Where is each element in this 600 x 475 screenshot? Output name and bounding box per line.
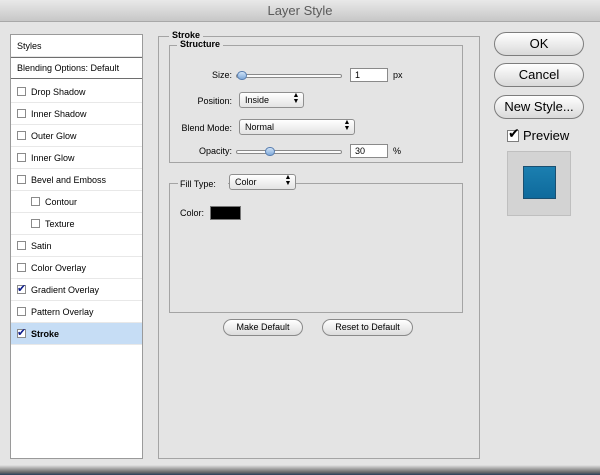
position-select-value: Inside [245, 95, 270, 105]
opacity-slider-thumb[interactable] [264, 147, 275, 156]
position-label: Position: [197, 96, 232, 106]
sidebar-item-label: Satin [31, 240, 52, 251]
sidebar-item-label: Gradient Overlay [31, 284, 100, 295]
sidebar-item-outer-glow[interactable]: Outer Glow [11, 125, 142, 147]
sidebar-checkbox[interactable] [17, 109, 26, 118]
sidebar-checkbox[interactable] [17, 307, 26, 316]
stroke-color-swatch[interactable] [210, 206, 241, 220]
sidebar-checkbox[interactable] [17, 263, 26, 272]
structure-group-title: Structure [177, 39, 224, 49]
make-default-button[interactable]: Make Default [223, 319, 303, 336]
sidebar-item-contour[interactable]: Contour [11, 191, 142, 213]
sidebar-checkbox[interactable] [17, 241, 26, 250]
fill-type-group: Fill Type: Color ▲ ▼ Color: [169, 174, 463, 313]
stroke-panel: Stroke Structure Size: 1 px Position: In… [158, 30, 480, 459]
sidebar-item-inner-shadow[interactable]: Inner Shadow [11, 103, 142, 125]
sidebar-header-styles[interactable]: Styles [11, 35, 142, 57]
structure-group: Structure Size: 1 px Position: Inside ▲ ▼… [169, 39, 463, 163]
sidebar-item-label: Inner Glow [31, 152, 75, 163]
size-slider-thumb[interactable] [236, 71, 247, 80]
ok-button[interactable]: OK [494, 32, 584, 56]
blend-mode-select-value: Normal [245, 122, 275, 132]
sidebar-item-blending-options[interactable]: Blending Options: Default [11, 57, 142, 79]
select-arrows-icon: ▲ ▼ [284, 174, 292, 187]
sidebar-item-label: Stroke [31, 328, 60, 339]
sidebar-item-stroke[interactable]: Stroke [11, 323, 142, 345]
sidebar-item-label: Blending Options: Default [17, 63, 120, 73]
sidebar-header-label: Styles [17, 40, 42, 51]
preview-toggle[interactable]: Preview [507, 126, 570, 143]
fill-type-select-value: Color [235, 177, 257, 187]
sidebar-item-texture[interactable]: Texture [11, 213, 142, 235]
sidebar-item-label: Contour [45, 196, 78, 207]
sidebar-item-label: Pattern Overlay [31, 306, 94, 317]
preview-label: Preview [523, 128, 570, 143]
sidebar-item-label: Color Overlay [31, 262, 87, 273]
sidebar-checkbox[interactable] [17, 175, 26, 184]
sidebar-item-drop-shadow[interactable]: Drop Shadow [11, 81, 142, 103]
sidebar-item-gradient-overlay[interactable]: Gradient Overlay [11, 279, 142, 301]
color-label: Color: [180, 208, 205, 218]
cancel-button[interactable]: Cancel [494, 63, 584, 87]
fill-type-label: Fill Type: [178, 179, 228, 189]
sidebar-item-label: Bevel and Emboss [31, 174, 107, 185]
window-title: Layer Style [267, 3, 333, 18]
fill-type-select[interactable]: Color ▲ ▼ [229, 174, 296, 190]
opacity-slider[interactable] [236, 150, 342, 154]
sidebar-checkbox[interactable] [17, 87, 26, 96]
position-select[interactable]: Inside ▲ ▼ [239, 92, 304, 108]
sidebar-item-satin[interactable]: Satin [11, 235, 142, 257]
sidebar-item-inner-glow[interactable]: Inner Glow [11, 147, 142, 169]
sidebar-checkbox[interactable] [31, 197, 40, 206]
sidebar-checkbox[interactable] [31, 219, 40, 228]
sidebar-item-label: Drop Shadow [31, 86, 86, 97]
new-style-button[interactable]: New Style... [494, 95, 584, 119]
select-arrows-icon: ▲ ▼ [292, 92, 300, 105]
sidebar-item-color-overlay[interactable]: Color Overlay [11, 257, 142, 279]
sidebar-item-label: Inner Shadow [31, 108, 87, 119]
blend-mode-select[interactable]: Normal ▲ ▼ [239, 119, 355, 135]
size-slider[interactable] [236, 74, 342, 78]
select-arrows-icon: ▲ ▼ [343, 119, 351, 132]
sidebar-checkbox[interactable] [17, 131, 26, 140]
sidebar-item-bevel-and-emboss[interactable]: Bevel and Emboss [11, 169, 142, 191]
sidebar-item-pattern-overlay[interactable]: Pattern Overlay [11, 301, 142, 323]
preview-checkbox[interactable] [507, 126, 520, 142]
blend-mode-label: Blend Mode: [181, 123, 232, 133]
sidebar-checkbox[interactable] [17, 282, 26, 295]
sidebar-item-label: Texture [45, 218, 75, 229]
sidebar-checkbox[interactable] [17, 326, 26, 339]
preview-swatch [523, 166, 556, 199]
opacity-unit: % [393, 146, 402, 156]
window-titlebar: Layer Style [0, 0, 600, 22]
styles-sidebar: Styles Blending Options: Default Drop Sh… [10, 34, 143, 459]
size-unit: px [393, 70, 403, 80]
reset-to-default-button[interactable]: Reset to Default [322, 319, 413, 336]
size-input[interactable]: 1 [350, 68, 388, 82]
desktop-edge [0, 465, 600, 475]
opacity-input[interactable]: 30 [350, 144, 388, 158]
opacity-label: Opacity: [198, 146, 232, 156]
sidebar-checkbox[interactable] [17, 153, 26, 162]
sidebar-item-label: Outer Glow [31, 130, 77, 141]
preview-area [507, 151, 571, 216]
size-label: Size: [211, 70, 232, 80]
